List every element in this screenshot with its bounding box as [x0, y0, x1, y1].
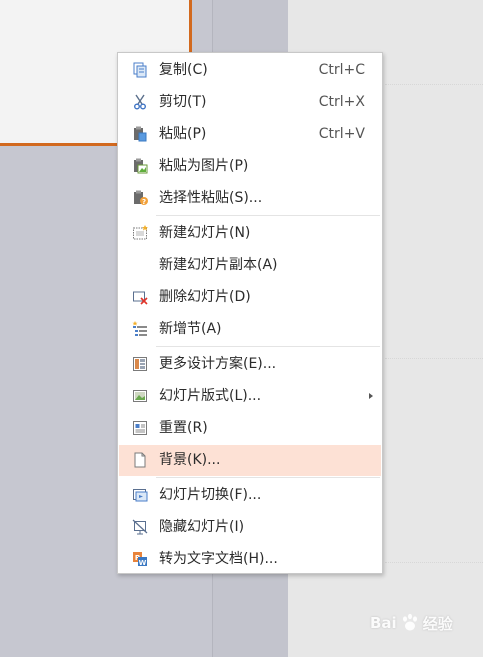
guide-line	[385, 84, 483, 85]
menu-item-label: 新建幻灯片副本(A)	[159, 257, 278, 273]
menu-item-label: 幻灯片版式(L)...	[159, 388, 262, 404]
menu-item-label: 更多设计方案(E)...	[159, 356, 277, 372]
menu-item-slide-layout[interactable]: 幻灯片版式(L)...	[119, 381, 381, 412]
menu-item-paste-special[interactable]: ? 选择性粘贴(S)...	[119, 183, 381, 214]
slide-layout-icon	[133, 390, 147, 402]
new-slide-icon	[133, 225, 148, 240]
new-section-icon	[132, 321, 147, 336]
menu-item-label: 背景(K)...	[159, 452, 221, 468]
hide-slide-icon	[132, 519, 148, 535]
delete-slide-icon	[133, 291, 148, 305]
context-menu: 复制(C) Ctrl+C 剪切(T) Ctrl+X 粘贴(P) Ctrl+V 粘…	[117, 52, 383, 574]
menu-item-label: 剪切(T)	[159, 94, 207, 110]
shortcut-label: Ctrl+V	[318, 126, 365, 142]
paste-special-icon: ?	[134, 190, 148, 206]
slide-transition-icon	[133, 489, 148, 502]
menu-separator	[156, 346, 380, 347]
menu-item-background[interactable]: 背景(K)...	[119, 445, 381, 476]
shortcut-label: Ctrl+C	[318, 62, 365, 78]
shortcut-label: Ctrl+X	[318, 94, 365, 110]
menu-item-label: 删除幻灯片(D)	[159, 289, 251, 305]
menu-item-label: 隐藏幻灯片(I)	[159, 519, 245, 535]
menu-item-hide-slide[interactable]: 隐藏幻灯片(I)	[119, 512, 381, 543]
menu-item-label: 幻灯片切换(F)...	[159, 487, 262, 503]
copy-icon	[133, 62, 147, 78]
menu-item-reset[interactable]: 重置(R)	[119, 413, 381, 444]
menu-item-slide-transition[interactable]: 幻灯片切换(F)...	[119, 480, 381, 511]
menu-item-paste-as-image[interactable]: 粘贴为图片(P)	[119, 151, 381, 182]
paste-as-image-icon	[134, 158, 148, 174]
svg-text:W: W	[139, 559, 147, 567]
menu-item-new-section[interactable]: 新增节(A)	[119, 314, 381, 345]
menu-item-label: 粘贴(P)	[159, 126, 207, 142]
watermark-brand: Bai	[370, 614, 397, 632]
menu-item-label: 转为文字文档(H)...	[159, 551, 278, 567]
menu-item-copy[interactable]: 复制(C) Ctrl+C	[119, 55, 381, 86]
svg-text:?: ?	[142, 198, 146, 206]
reset-icon	[133, 421, 147, 435]
menu-item-duplicate-slide[interactable]: 新建幻灯片副本(A)	[119, 250, 381, 281]
convert-to-doc-icon: P W	[133, 552, 147, 567]
baidu-jingyan-watermark: Bai 经验	[370, 606, 480, 640]
menu-separator	[156, 215, 380, 216]
watermark-suffix: 经验	[422, 614, 453, 633]
submenu-arrow-icon	[369, 393, 373, 399]
menu-item-label: 粘贴为图片(P)	[159, 158, 249, 174]
menu-separator	[156, 477, 380, 478]
design-scheme-icon	[133, 357, 147, 371]
paw-icon	[402, 613, 417, 631]
background-icon	[134, 452, 146, 468]
menu-item-paste[interactable]: 粘贴(P) Ctrl+V	[119, 119, 381, 150]
guide-line	[385, 562, 483, 563]
menu-item-label: 选择性粘贴(S)...	[159, 190, 263, 206]
guide-line	[385, 358, 483, 359]
menu-item-cut[interactable]: 剪切(T) Ctrl+X	[119, 87, 381, 118]
paste-icon	[134, 126, 147, 142]
menu-item-more-designs[interactable]: 更多设计方案(E)...	[119, 349, 381, 380]
scissors-icon	[134, 94, 146, 110]
menu-item-label: 重置(R)	[159, 420, 208, 436]
menu-item-label: 新建幻灯片(N)	[159, 225, 251, 241]
menu-item-new-slide[interactable]: 新建幻灯片(N)	[119, 218, 381, 249]
menu-item-label: 复制(C)	[159, 62, 208, 78]
menu-item-delete-slide[interactable]: 删除幻灯片(D)	[119, 282, 381, 313]
menu-item-convert-to-doc[interactable]: P W 转为文字文档(H)...	[119, 544, 381, 575]
menu-item-label: 新增节(A)	[159, 321, 222, 337]
